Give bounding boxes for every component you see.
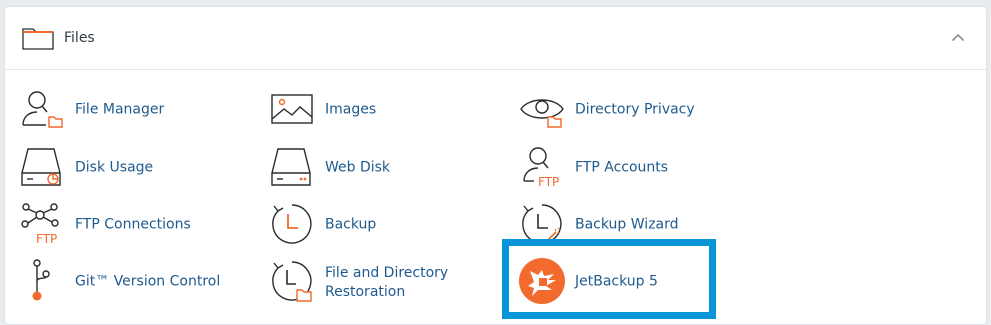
web-disk-label: Web Disk <box>325 159 391 176</box>
backup-wizard-label: Backup Wizard <box>575 216 679 233</box>
images-link[interactable]: Images <box>270 87 490 133</box>
svg-text:FTP: FTP <box>36 232 57 246</box>
file-manager-icon <box>22 91 63 128</box>
web-disk-link[interactable]: Web Disk <box>270 145 490 191</box>
svg-text:FTP: FTP <box>538 175 559 189</box>
backup-wizard-icon <box>522 204 562 244</box>
git-version-control-link[interactable]: Git™ Version Control <box>20 259 240 305</box>
directory-privacy-icon <box>520 99 564 128</box>
directory-privacy-link[interactable]: Directory Privacy <box>520 87 740 133</box>
ftp-accounts-icon: FTP <box>523 147 559 189</box>
jetbackup-icon <box>519 258 565 304</box>
backup-wizard-link[interactable]: Backup Wizard <box>520 202 740 248</box>
file-restoration-link[interactable]: File and Directory Restoration <box>270 259 490 307</box>
file-manager-link[interactable]: File Manager <box>20 87 240 133</box>
jetbackup-link[interactable]: JetBackup 5 <box>518 258 708 305</box>
backup-label: Backup <box>325 216 377 233</box>
disk-usage-label: Disk Usage <box>75 159 154 176</box>
file-restoration-icon <box>272 261 312 302</box>
chevron-up-icon[interactable] <box>948 27 968 47</box>
file-manager-label: File Manager <box>75 101 165 118</box>
ftp-accounts-link[interactable]: FTP FTP Accounts <box>520 145 740 191</box>
ftp-connections-icon: FTP <box>21 203 59 246</box>
backup-icon <box>272 204 312 244</box>
disk-usage-link[interactable]: Disk Usage <box>20 145 240 191</box>
ftp-accounts-label: FTP Accounts <box>575 159 669 176</box>
web-disk-icon <box>271 148 311 186</box>
file-restoration-label: File and Directory Restoration <box>325 265 449 300</box>
panel-header[interactable]: Files <box>5 7 986 70</box>
section-title: Files <box>64 30 95 46</box>
jetbackup-label: JetBackup 5 <box>575 273 658 290</box>
disk-usage-icon <box>21 148 61 186</box>
folder-icon <box>22 28 54 50</box>
images-label: Images <box>325 101 377 118</box>
git-version-control-label: Git™ Version Control <box>75 273 221 290</box>
backup-link[interactable]: Backup <box>270 202 490 248</box>
ftp-connections-label: FTP Connections <box>75 216 191 233</box>
git-version-control-icon <box>32 259 50 301</box>
directory-privacy-label: Directory Privacy <box>575 101 695 118</box>
images-icon <box>271 94 313 124</box>
ftp-connections-link[interactable]: FTP FTP Connections <box>20 202 240 248</box>
